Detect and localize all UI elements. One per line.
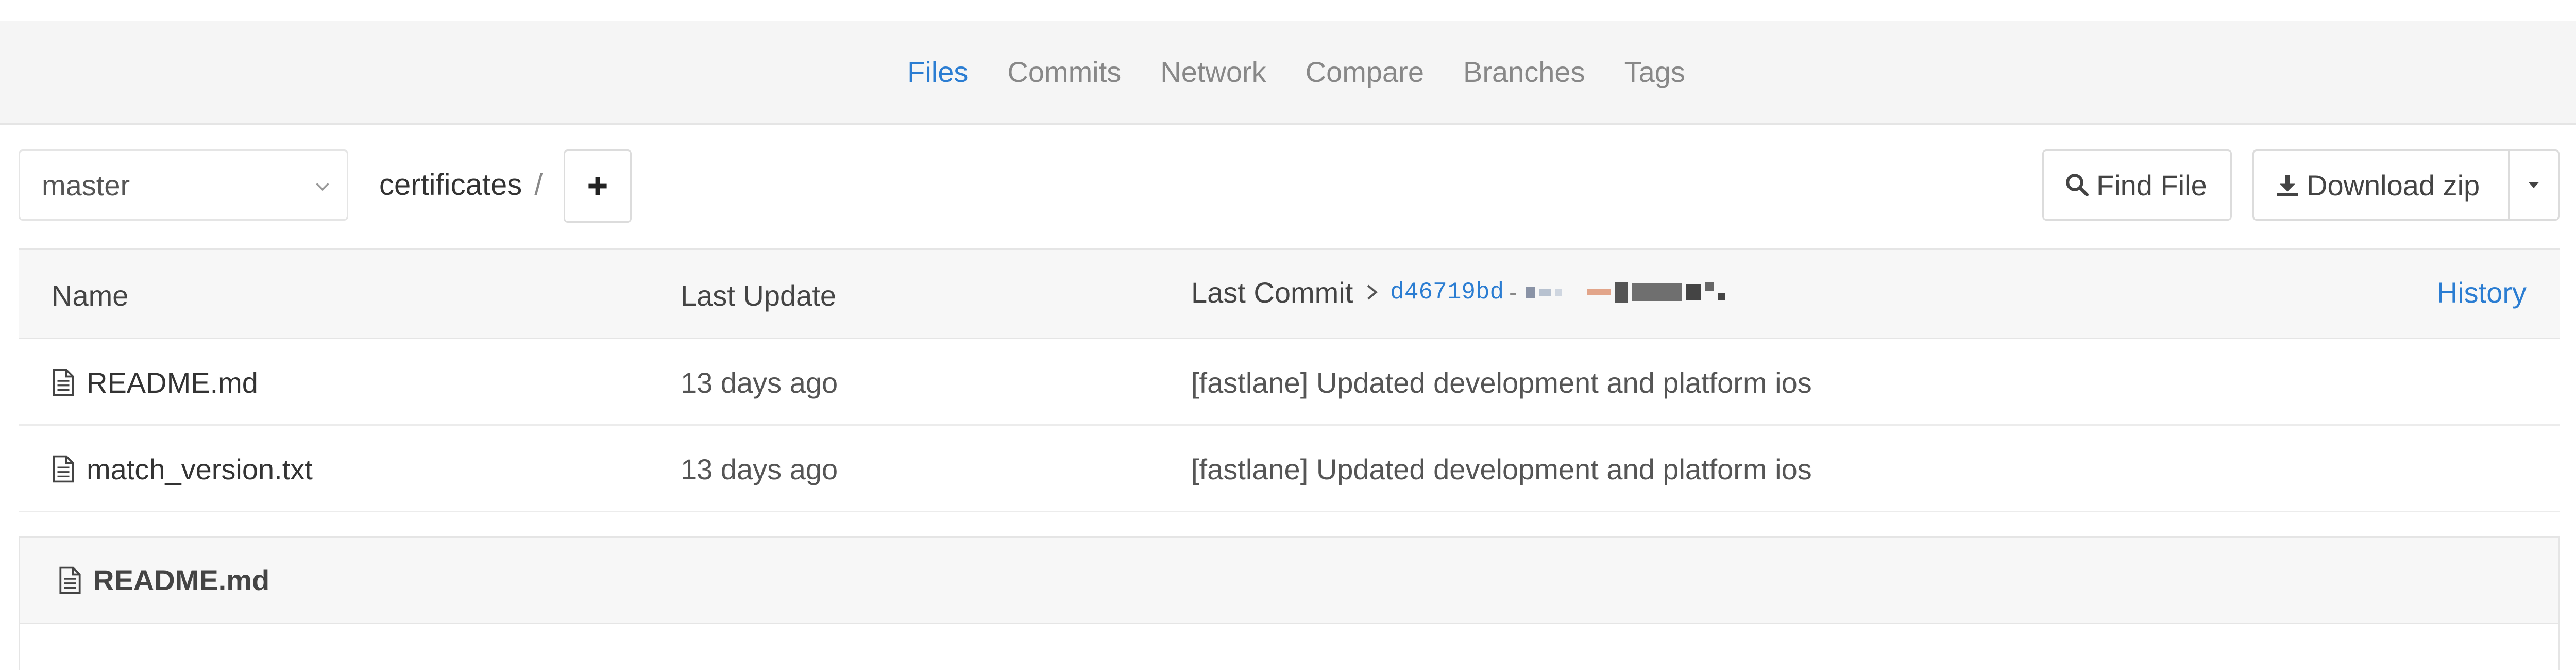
redacted-commit-message bbox=[1526, 282, 1725, 303]
tab-tags[interactable]: Tags bbox=[1624, 55, 1685, 89]
branch-select[interactable]: master bbox=[19, 149, 348, 221]
readme-panel: README.md bbox=[19, 536, 2560, 670]
column-header-name: Name bbox=[52, 279, 129, 312]
find-file-button[interactable]: Find File bbox=[2042, 149, 2232, 221]
project-nav: Files Commits Network Compare Branches T… bbox=[0, 21, 2576, 125]
download-zip-button[interactable]: Download zip bbox=[2252, 149, 2510, 221]
file-link[interactable]: match_version.txt bbox=[52, 426, 313, 512]
breadcrumb: certificates / bbox=[379, 164, 543, 205]
tab-branches[interactable]: Branches bbox=[1463, 55, 1585, 89]
breadcrumb-path[interactable]: certificates bbox=[379, 167, 522, 202]
commit-dash: - bbox=[1509, 279, 1517, 306]
file-table: Name Last Update Last Commit d46719bd - bbox=[19, 248, 2560, 512]
file-name: README.md bbox=[87, 366, 258, 399]
file-name: match_version.txt bbox=[87, 453, 313, 485]
file-last-commit[interactable]: [fastlane] Updated development and platf… bbox=[1191, 426, 1812, 512]
download-icon bbox=[2277, 175, 2298, 196]
commit-sha-link[interactable]: d46719bd bbox=[1390, 279, 1504, 306]
plus-icon bbox=[588, 177, 607, 195]
branch-select-value: master bbox=[42, 169, 130, 202]
column-header-last-commit: Last Commit d46719bd - bbox=[1191, 247, 1725, 338]
file-link[interactable]: README.md bbox=[52, 339, 258, 426]
caret-down-icon bbox=[2528, 182, 2539, 188]
repository-files-page: Files Commits Network Compare Branches T… bbox=[0, 0, 2576, 670]
tab-files[interactable]: Files bbox=[907, 55, 968, 89]
readme-title: README.md bbox=[93, 564, 270, 596]
file-text-icon bbox=[53, 368, 74, 396]
file-last-update: 13 days ago bbox=[681, 453, 838, 485]
tab-compare[interactable]: Compare bbox=[1306, 55, 1424, 89]
chevron-right-icon bbox=[1367, 284, 1378, 300]
column-header-last-update: Last Update bbox=[681, 279, 836, 312]
tab-network[interactable]: Network bbox=[1160, 55, 1266, 89]
search-icon bbox=[2066, 174, 2089, 196]
find-file-label: Find File bbox=[2096, 169, 2207, 202]
table-row: README.md 13 days ago [fastlane] Updated… bbox=[19, 339, 2560, 426]
last-commit-label: Last Commit bbox=[1191, 276, 1353, 309]
readme-header: README.md bbox=[20, 538, 2558, 624]
file-last-commit[interactable]: [fastlane] Updated development and platf… bbox=[1191, 339, 1812, 426]
download-zip-label: Download zip bbox=[2307, 169, 2480, 202]
chevron-down-icon bbox=[316, 182, 329, 191]
download-options-dropdown[interactable] bbox=[2508, 149, 2560, 221]
breadcrumb-separator: / bbox=[534, 167, 543, 202]
tab-commits[interactable]: Commits bbox=[1007, 55, 1121, 89]
add-file-button[interactable] bbox=[564, 149, 632, 223]
file-text-icon bbox=[53, 455, 74, 483]
history-link[interactable]: History bbox=[2437, 247, 2527, 338]
file-text-icon bbox=[59, 566, 81, 594]
table-header: Name Last Update Last Commit d46719bd - bbox=[19, 248, 2560, 339]
table-row: match_version.txt 13 days ago [fastlane]… bbox=[19, 426, 2560, 512]
file-last-update: 13 days ago bbox=[681, 366, 838, 399]
